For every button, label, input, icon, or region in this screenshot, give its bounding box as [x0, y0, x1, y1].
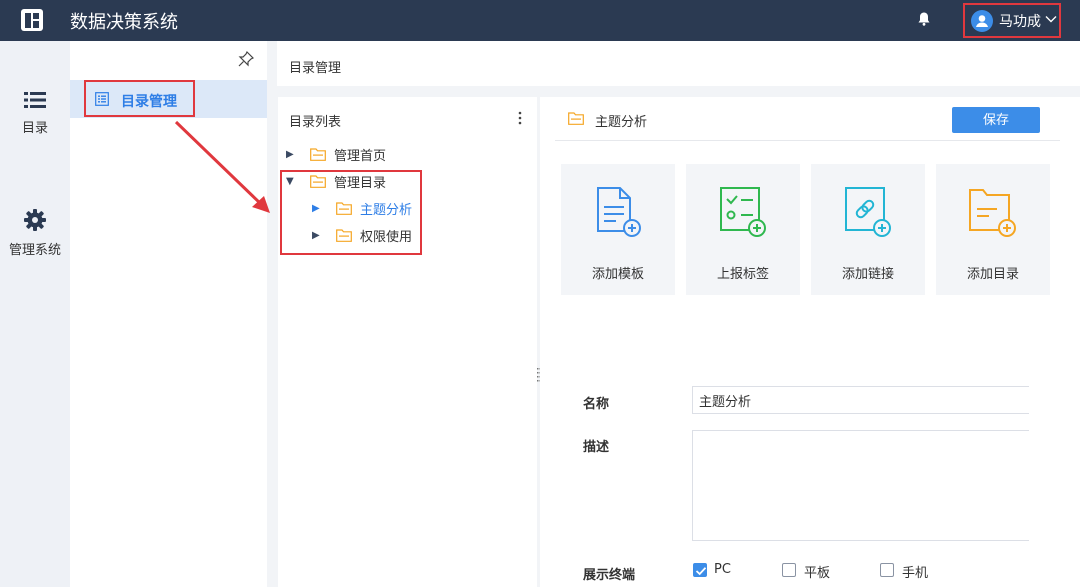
tree-node-label: 管理首页: [334, 148, 387, 164]
tablet-checkbox[interactable]: [782, 563, 796, 577]
description-textarea[interactable]: [692, 430, 1029, 541]
user-menu[interactable]: 马功成: [963, 3, 1061, 38]
card-label: 上报标签: [716, 267, 769, 282]
rail-item-system[interactable]: 管理系统: [0, 209, 70, 258]
add-folder-card[interactable]: 添加目录: [936, 164, 1050, 295]
add-template-card[interactable]: 添加模板: [561, 164, 675, 295]
breadcrumb-bar: 目录管理: [277, 41, 1080, 86]
folder-icon: [310, 147, 326, 161]
save-button[interactable]: 保存: [952, 107, 1040, 133]
detail-header: 主题分析 保存: [555, 97, 1060, 141]
breadcrumb: 目录管理: [289, 61, 342, 76]
folder-icon: [568, 112, 584, 125]
card-label: 添加链接: [841, 267, 894, 282]
detail-title: 主题分析: [595, 115, 648, 130]
check-icon: [695, 567, 707, 576]
highlight-box: [280, 170, 422, 255]
report-tag-icon: [720, 187, 766, 237]
more-vertical-icon[interactable]: [518, 111, 522, 125]
add-folder-icon: [969, 189, 1016, 237]
catalog-icon: [95, 92, 109, 106]
pc-checkbox[interactable]: [693, 563, 707, 577]
app-title: 数据决策系统: [70, 12, 178, 33]
sidebar-item-label: 目录管理: [121, 94, 177, 110]
phone-label: 手机: [902, 566, 929, 581]
report-tag-card[interactable]: 上报标签: [686, 164, 800, 295]
catalog-tree-panel: 目录列表 ▶ 管理首页 ▼ 管理目录 ▶ 主题分析 ▶ 权限使用: [278, 97, 537, 587]
pin-icon[interactable]: [238, 51, 254, 67]
card-label: 添加模板: [591, 267, 644, 282]
app-logo-icon: [21, 9, 43, 31]
main-content: 目录管理 目录列表 ▶ 管理首页 ▼ 管理目录 ▶ 主题分析 ▶ 权限使用 主题…: [267, 41, 1080, 587]
highlight-box: 目录管理: [84, 80, 195, 117]
tablet-label: 平板: [804, 566, 831, 581]
user-icon: [976, 15, 988, 27]
terminal-label: 展示终端: [583, 568, 636, 583]
sidebar-item-catalog-management[interactable]: 目录管理: [70, 80, 267, 118]
description-label: 描述: [583, 440, 610, 455]
pc-label: PC: [714, 562, 731, 577]
nav-rail: 目录 管理系统: [0, 41, 70, 587]
add-link-icon: [845, 187, 891, 237]
tree-panel-title: 目录列表: [289, 115, 342, 130]
expand-icon[interactable]: ▶: [286, 149, 296, 160]
name-label: 名称: [583, 397, 610, 412]
rail-item-label: 管理系统: [8, 243, 61, 258]
detail-panel: 主题分析 保存 添加模板 上报标签 添加链接 添加目录 名称 主题分析 描述 展…: [540, 97, 1080, 587]
list-icon: [24, 92, 46, 108]
sub-sidebar: 目录管理: [70, 41, 267, 587]
add-template-icon: [597, 187, 641, 237]
notification-bell-icon[interactable]: [916, 11, 932, 27]
rail-item-label: 目录: [21, 121, 48, 136]
user-name: 马功成: [999, 14, 1041, 30]
top-bar: 数据决策系统 马功成: [0, 0, 1080, 41]
chevron-down-icon: [1045, 16, 1057, 23]
phone-checkbox[interactable]: [880, 563, 894, 577]
gear-icon: [24, 209, 46, 231]
name-input[interactable]: 主题分析: [692, 386, 1029, 414]
avatar: [971, 10, 993, 32]
card-label: 添加目录: [966, 267, 1019, 282]
tree-node-home[interactable]: ▶ 管理首页: [286, 143, 386, 165]
add-link-card[interactable]: 添加链接: [811, 164, 925, 295]
rail-item-catalog[interactable]: 目录: [0, 91, 70, 136]
